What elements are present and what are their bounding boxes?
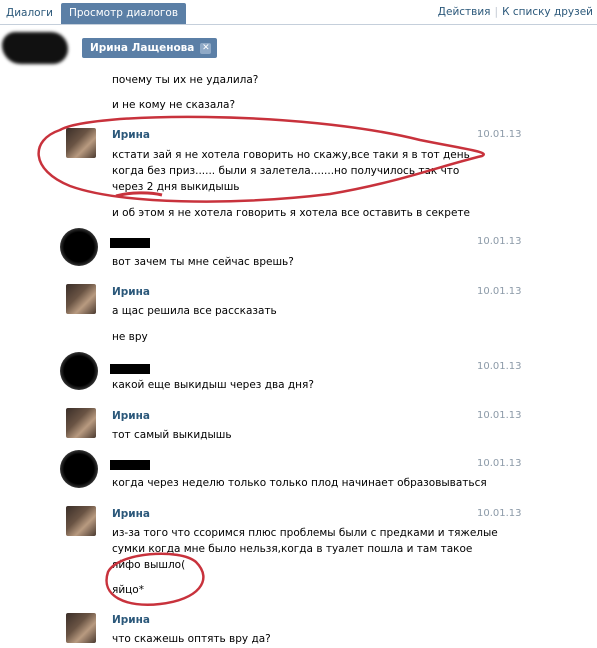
message-date: 10.01.13 [477,508,522,519]
message-text: какой еще выкидыш через два дня? [112,379,314,391]
close-icon[interactable]: ✕ [200,43,212,54]
message-text: тот самый выкидышь [112,429,232,441]
author-name[interactable]: Ирина [112,286,150,298]
avatar[interactable] [66,408,96,438]
message-text: яйфо вышло( [112,559,186,571]
tab-view-dialogs[interactable]: Просмотр диалогов [61,3,187,24]
red-underline-annotation [115,191,163,198]
avatar[interactable] [60,352,98,390]
message-text: и об этом я не хотела говорить я хотела … [112,207,470,219]
message-date: 10.01.13 [477,236,522,247]
avatar[interactable] [60,228,98,266]
redacted-name [110,364,150,374]
message-text: кстати зай я не хотела говорить но скажу… [112,149,470,161]
avatar[interactable] [60,450,98,488]
top-tabs-bar: Диалоги Просмотр диалогов Действия | К спи… [0,0,597,25]
actions-link[interactable]: Действия [438,6,491,18]
avatar[interactable] [66,284,96,314]
message-date: 10.01.13 [477,129,522,140]
message-text: почему ты их не удалила? [112,74,259,86]
author-name[interactable]: Ирина [112,614,150,626]
author-name[interactable]: Ирина [112,410,150,422]
message-text: сумки когда мне было нельзя,когда в туал… [112,543,473,555]
message-date: 10.01.13 [477,286,522,297]
author-name[interactable]: Ирина [112,508,150,520]
message-text: через 2 дня выкидышь [112,181,240,193]
message-text: когда без приз...... были я залетела....… [112,165,460,177]
message-text: вот зачем ты мне сейчас врешь? [112,256,294,268]
recipient-chip[interactable]: Ирина Лащенова ✕ [82,38,218,58]
redacted-avatar [2,32,68,64]
back-to-friends-link[interactable]: К списку друзей [502,6,593,18]
redacted-name [110,238,150,248]
avatar[interactable] [66,128,96,158]
avatar[interactable] [66,613,96,643]
recipient-name: Ирина Лащенова [90,42,195,54]
message-date: 10.01.13 [477,361,522,372]
message-text: не вру [112,331,148,343]
avatar[interactable] [66,506,96,536]
author-name[interactable]: Ирина [112,129,150,141]
top-actions: Действия | К списку друзей [438,6,593,18]
message-date: 10.01.13 [477,458,522,469]
message-text: и не кому не сказала? [112,99,236,111]
message-text: когда через неделю только только плод на… [112,477,487,489]
redacted-name [110,460,150,470]
message-text: что скажешь оптять вру да? [112,633,271,645]
message-text: яйцо* [112,584,144,596]
separator: | [494,6,499,18]
message-date: 10.01.13 [477,410,522,421]
message-text: из-за того что ссоримся плюс проблемы бы… [112,527,498,539]
tab-dialogs[interactable]: Диалоги [0,3,59,23]
message-text: а щас решила все рассказать [112,305,277,317]
